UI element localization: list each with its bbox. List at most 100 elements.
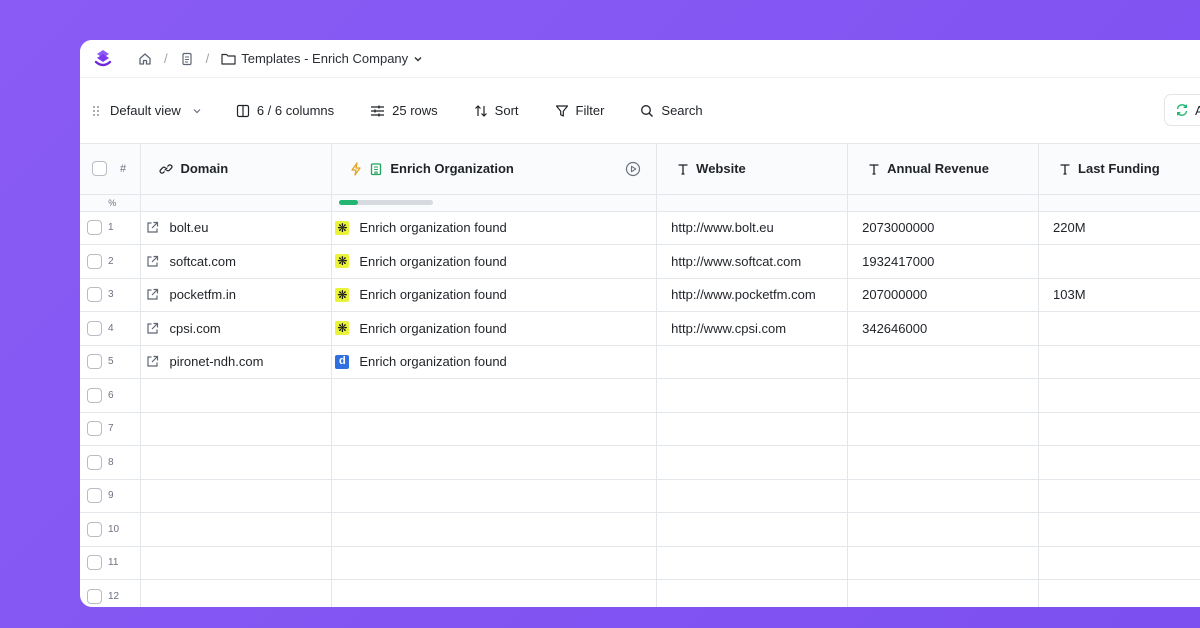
- table-row[interactable]: 4 cpsi.com ❋ Enrich organization found h…: [80, 311, 1200, 346]
- website-cell[interactable]: [656, 445, 849, 480]
- website-cell[interactable]: [656, 546, 849, 580]
- revenue-cell[interactable]: [847, 378, 1040, 413]
- domain-cell[interactable]: cpsi.com: [140, 311, 333, 346]
- app-logo-icon[interactable]: [94, 48, 112, 70]
- table-row[interactable]: 7: [80, 412, 1200, 446]
- revenue-cell[interactable]: [847, 479, 1040, 513]
- revenue-cell[interactable]: [847, 512, 1040, 547]
- revenue-cell[interactable]: 1932417000: [847, 244, 1040, 279]
- funding-cell[interactable]: [1038, 345, 1200, 379]
- row-checkbox[interactable]: [87, 287, 102, 303]
- funding-cell[interactable]: [1038, 244, 1200, 279]
- funding-cell[interactable]: 220M: [1038, 211, 1200, 245]
- domain-cell[interactable]: [140, 378, 333, 413]
- table-row[interactable]: 6: [80, 378, 1200, 413]
- columns-button[interactable]: 6 / 6 columns: [236, 103, 334, 118]
- enrich-cell[interactable]: [331, 579, 658, 607]
- row-checkbox[interactable]: [87, 421, 102, 437]
- row-checkbox[interactable]: [87, 454, 102, 470]
- enrich-cell[interactable]: [331, 445, 658, 480]
- funding-cell[interactable]: [1038, 512, 1200, 547]
- funding-cell[interactable]: [1038, 311, 1200, 346]
- revenue-cell[interactable]: 2073000000: [847, 211, 1040, 245]
- domain-cell[interactable]: [140, 512, 333, 547]
- search-button[interactable]: Search: [640, 103, 703, 118]
- table-row[interactable]: 1 bolt.eu ❋ Enrich organization found ht…: [80, 211, 1200, 245]
- revenue-cell[interactable]: 207000000: [847, 278, 1040, 312]
- website-cell[interactable]: [656, 512, 849, 547]
- website-cell[interactable]: http://www.softcat.com: [656, 244, 849, 279]
- website-cell[interactable]: http://www.bolt.eu: [656, 211, 849, 245]
- domain-cell[interactable]: softcat.com: [140, 244, 333, 279]
- home-icon[interactable]: [138, 52, 152, 66]
- column-header-funding[interactable]: Last Funding: [1038, 144, 1200, 195]
- row-checkbox[interactable]: [87, 354, 102, 370]
- refresh-button[interactable]: A: [1164, 94, 1200, 126]
- revenue-cell[interactable]: [847, 412, 1040, 446]
- row-checkbox[interactable]: [87, 320, 102, 336]
- column-header-website[interactable]: Website: [656, 144, 849, 195]
- table-row[interactable]: 12: [80, 579, 1200, 607]
- enrich-cell[interactable]: [331, 546, 658, 580]
- enrich-cell[interactable]: ❋ Enrich organization found: [331, 211, 658, 245]
- column-header-domain[interactable]: Domain: [140, 144, 333, 195]
- default-view-dropdown[interactable]: Default view: [92, 103, 202, 118]
- play-circle-icon[interactable]: [625, 161, 641, 177]
- enrich-cell[interactable]: [331, 512, 658, 547]
- funding-cell[interactable]: [1038, 412, 1200, 446]
- row-checkbox[interactable]: [87, 555, 102, 571]
- enrich-cell[interactable]: ❋ Enrich organization found: [331, 244, 658, 279]
- external-link-icon[interactable]: [146, 355, 159, 368]
- table-row[interactable]: 9: [80, 479, 1200, 513]
- funding-cell[interactable]: [1038, 546, 1200, 580]
- enrich-cell[interactable]: d Enrich organization found: [331, 345, 658, 379]
- domain-cell[interactable]: [140, 546, 333, 580]
- funding-cell[interactable]: [1038, 445, 1200, 480]
- external-link-icon[interactable]: [146, 288, 159, 301]
- table-row[interactable]: 10: [80, 512, 1200, 547]
- enrich-cell[interactable]: [331, 412, 658, 446]
- external-link-icon[interactable]: [146, 322, 159, 335]
- row-checkbox[interactable]: [87, 387, 102, 403]
- funding-cell[interactable]: [1038, 479, 1200, 513]
- row-checkbox[interactable]: [87, 220, 102, 236]
- website-cell[interactable]: http://www.pocketfm.com: [656, 278, 849, 312]
- sort-button[interactable]: Sort: [474, 103, 519, 118]
- domain-cell[interactable]: [140, 579, 333, 607]
- rows-button[interactable]: 25 rows: [370, 103, 438, 118]
- table-row[interactable]: 5 pironet-ndh.com d Enrich organization …: [80, 345, 1200, 379]
- domain-cell[interactable]: [140, 412, 333, 446]
- external-link-icon[interactable]: [146, 221, 159, 234]
- domain-cell[interactable]: pironet-ndh.com: [140, 345, 333, 379]
- breadcrumb-folder[interactable]: Templates - Enrich Company: [221, 51, 423, 66]
- domain-cell[interactable]: bolt.eu: [140, 211, 333, 245]
- table-row[interactable]: 3 pocketfm.in ❋ Enrich organization foun…: [80, 278, 1200, 312]
- domain-cell[interactable]: [140, 445, 333, 480]
- row-checkbox[interactable]: [87, 521, 102, 537]
- document-icon[interactable]: [180, 52, 194, 66]
- website-cell[interactable]: [656, 479, 849, 513]
- row-checkbox[interactable]: [87, 253, 102, 269]
- enrich-cell[interactable]: [331, 378, 658, 413]
- revenue-cell[interactable]: [847, 445, 1040, 480]
- filter-button[interactable]: Filter: [555, 103, 604, 118]
- funding-cell[interactable]: [1038, 378, 1200, 413]
- funding-cell[interactable]: 103M: [1038, 278, 1200, 312]
- domain-cell[interactable]: [140, 479, 333, 513]
- column-header-revenue[interactable]: Annual Revenue: [847, 144, 1040, 195]
- table-row[interactable]: 8: [80, 445, 1200, 480]
- website-cell[interactable]: [656, 378, 849, 413]
- enrich-cell[interactable]: ❋ Enrich organization found: [331, 278, 658, 312]
- revenue-cell[interactable]: [847, 345, 1040, 379]
- column-header-enrich[interactable]: Enrich Organization: [331, 144, 658, 195]
- select-all-checkbox[interactable]: [92, 161, 107, 177]
- revenue-cell[interactable]: 342646000: [847, 311, 1040, 346]
- funding-cell[interactable]: [1038, 579, 1200, 607]
- row-checkbox[interactable]: [87, 588, 102, 604]
- table-row[interactable]: 11: [80, 546, 1200, 580]
- revenue-cell[interactable]: [847, 546, 1040, 580]
- enrich-cell[interactable]: ❋ Enrich organization found: [331, 311, 658, 346]
- website-cell[interactable]: [656, 345, 849, 379]
- enrich-cell[interactable]: [331, 479, 658, 513]
- website-cell[interactable]: [656, 412, 849, 446]
